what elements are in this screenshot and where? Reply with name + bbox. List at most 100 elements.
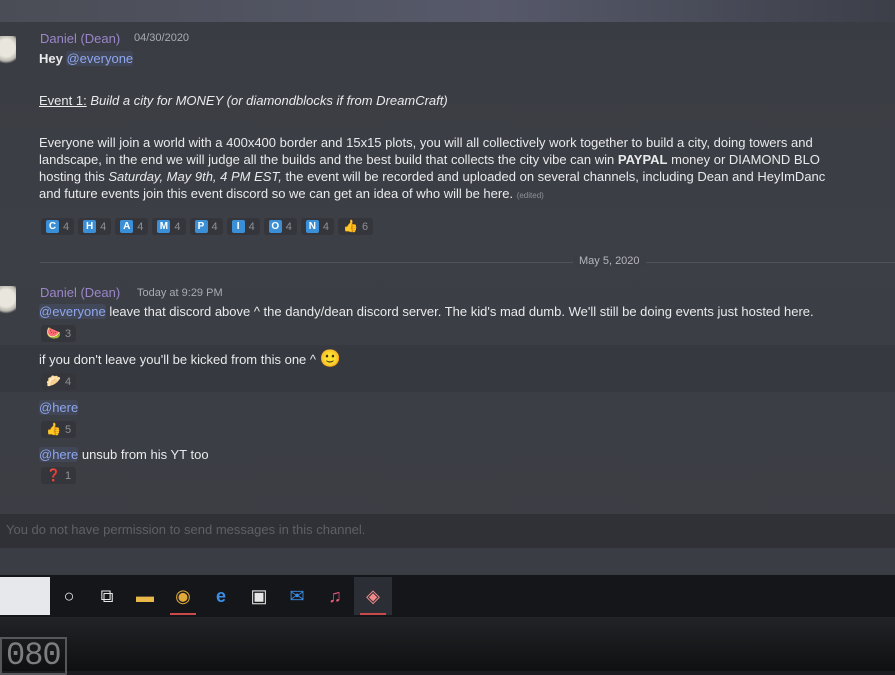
message-line-hey: Hey @everyone (39, 50, 134, 67)
body-line-3: hosting this Saturday, May 9th, 4 PM EST… (39, 168, 825, 185)
author-name[interactable]: Daniel (Dean) (40, 285, 120, 300)
reaction-watermelon[interactable]: 🍉 3 (41, 325, 77, 342)
running-indicator (360, 613, 386, 615)
reaction-bar-2: 🍉 3 (41, 325, 77, 343)
reaction-count: 1 (64, 469, 72, 482)
avatar[interactable] (0, 36, 16, 66)
reaction-count: 4 (248, 220, 255, 233)
edge-icon[interactable]: e (202, 577, 240, 615)
reaction-a[interactable]: A4 (115, 218, 149, 235)
discord-window: Daniel (Dean) 04/30/2020 Hey @everyone E… (0, 0, 895, 575)
discord-icon[interactable]: ◈ (354, 577, 392, 615)
reaction-h[interactable]: H4 (78, 218, 112, 235)
regional-m-icon: M (157, 220, 171, 233)
message-1-text: leave that discord above ^ the dandy/dea… (109, 304, 814, 319)
taskbar: ○ ⧉ ▬ ◉ e ▣ ✉ ♫ ◈ (0, 575, 895, 617)
message-4-text: unsub from his YT too (81, 447, 209, 462)
file-explorer-icon[interactable]: ▬ (126, 577, 164, 615)
reaction-p[interactable]: P4 (189, 218, 223, 235)
edited-tag: (edited) (516, 191, 544, 200)
message-timestamp: Today at 9:29 PM (137, 287, 223, 299)
composer-placeholder: You do not have permission to send messa… (6, 522, 366, 537)
regional-a-icon: A (120, 220, 134, 233)
mention-here[interactable]: @here (39, 400, 79, 415)
screen-glare (0, 0, 895, 22)
message-2-text: if you don't leave you'll be kicked from… (39, 352, 316, 367)
dumpling-icon: 🥟 (46, 374, 61, 388)
chrome-glyph: ◉ (175, 585, 191, 606)
reaction-c[interactable]: C4 (41, 218, 75, 235)
message-composer[interactable]: You do not have permission to send messa… (0, 514, 895, 548)
date-divider: May 5, 2020 (573, 255, 646, 267)
body-text-3b: the event will be recorded and uploaded … (285, 169, 826, 184)
mention-everyone[interactable]: @everyone (66, 51, 134, 66)
message-2: if you don't leave you'll be kicked from… (39, 349, 341, 368)
body-line-2: landscape, in the end we will judge all … (39, 151, 820, 168)
reaction-dumpling[interactable]: 🥟 4 (41, 373, 77, 390)
regional-i-icon: I (231, 220, 245, 233)
taskbar-search-box[interactable] (0, 577, 50, 615)
body-line-1: Everyone will join a world with a 400x40… (39, 134, 813, 151)
reaction-count: 4 (211, 220, 218, 233)
slight-smile-icon: 🙂 (319, 349, 341, 368)
event-heading: Event 1: Build a city for MONEY (or diam… (39, 92, 448, 109)
regional-o-icon: O (268, 220, 282, 233)
chrome-icon[interactable]: ◉ (164, 577, 202, 615)
body-text-4: and future events join this event discor… (39, 186, 514, 201)
body-text-1: Everyone will join a world with a 400x40… (39, 135, 813, 150)
thumbs-up-icon: 👍 (46, 422, 61, 436)
reaction-bar-4: 👍 5 (41, 421, 77, 439)
reaction-count: 4 (64, 375, 72, 388)
regional-h-icon: H (83, 220, 97, 233)
task-view-icon[interactable]: ⧉ (88, 577, 126, 615)
reaction-i[interactable]: I4 (226, 218, 260, 235)
reaction-count: 6 (361, 220, 369, 233)
message-4: @here unsub from his YT too (39, 446, 209, 463)
reaction-count: 4 (100, 220, 107, 233)
reaction-thumbs-up[interactable]: 👍 5 (41, 421, 77, 438)
reaction-count: 4 (63, 220, 70, 233)
discord-glyph: ◈ (366, 585, 380, 606)
monitor-label: 080 (0, 637, 67, 675)
author-name[interactable]: Daniel (Dean) (40, 31, 120, 46)
message-group-1: Daniel (Dean) 04/30/2020 Hey @everyone E… (0, 28, 895, 243)
watermelon-icon: 🍉 (46, 326, 61, 340)
event-label: Event 1: (39, 93, 87, 108)
avatar[interactable] (0, 286, 16, 316)
monitor-bezel: 080 (0, 617, 895, 675)
store-icon[interactable]: ▣ (240, 577, 278, 615)
hey-text: Hey (39, 51, 63, 66)
reaction-bar-1: C4 H4 A4 M4 P4 I4 O4 N4 👍 6 (41, 218, 374, 236)
paypal-bold: PAYPAL (617, 152, 668, 167)
reaction-count: 4 (285, 220, 292, 233)
question-mark-icon: ❓ (46, 468, 61, 482)
message-1: @everyone leave that discord above ^ the… (39, 303, 814, 320)
message-timestamp: 04/30/2020 (134, 32, 190, 44)
reaction-count: 4 (322, 220, 329, 233)
reaction-question[interactable]: ❓ 1 (41, 467, 77, 484)
reaction-o[interactable]: O4 (263, 218, 297, 235)
cortana-icon[interactable]: ○ (50, 577, 88, 615)
reaction-n[interactable]: N4 (300, 218, 334, 235)
regional-n-icon: N (305, 220, 319, 233)
body-line-4: and future events join this event discor… (39, 185, 544, 204)
reaction-thumbs-up[interactable]: 👍 6 (338, 218, 374, 235)
mail-icon[interactable]: ✉ (278, 577, 316, 615)
message-3: @here (39, 399, 79, 416)
reaction-count: 5 (64, 423, 72, 436)
event-title: Build a city for MONEY (or diamondblocks… (90, 93, 448, 108)
thumbs-up-icon: 👍 (343, 219, 358, 233)
body-text-3a: hosting this (39, 169, 105, 184)
regional-c-icon: C (46, 220, 59, 233)
regional-p-icon: P (194, 220, 208, 233)
date-divider-line (40, 262, 895, 263)
itunes-icon[interactable]: ♫ (316, 577, 354, 615)
reaction-bar-5: ❓ 1 (41, 467, 77, 485)
reaction-count: 4 (174, 220, 181, 233)
body-text-2a: landscape, in the end we will judge all … (39, 152, 615, 167)
mention-everyone[interactable]: @everyone (39, 304, 106, 319)
mention-here[interactable]: @here (39, 447, 79, 462)
event-date: Saturday, May 9th, 4 PM EST, (108, 169, 282, 184)
reaction-m[interactable]: M4 (152, 218, 186, 235)
running-indicator (170, 613, 196, 615)
